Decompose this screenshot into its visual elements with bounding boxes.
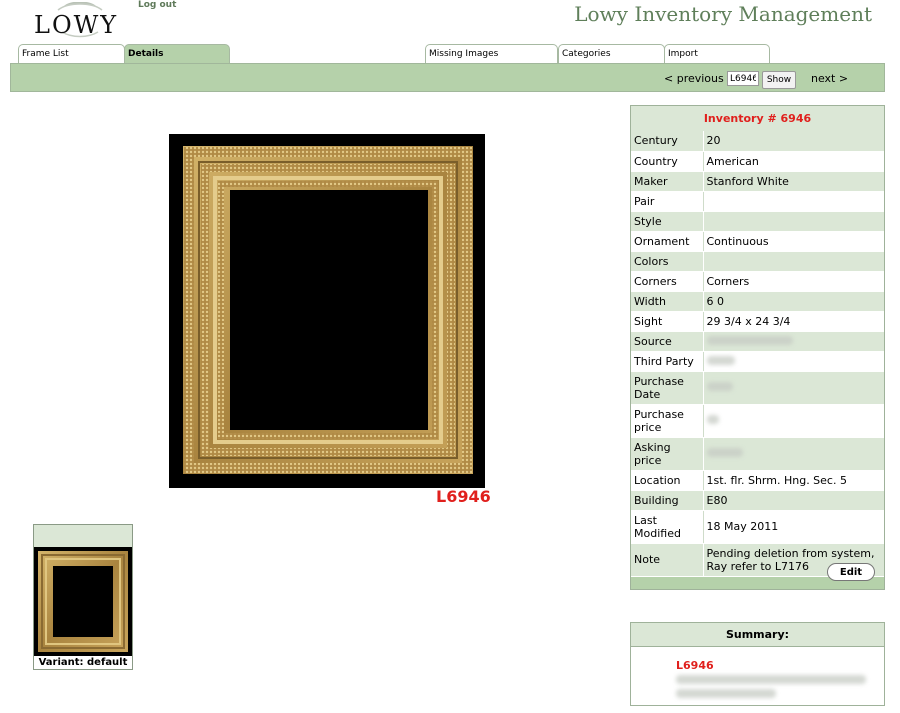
field-label: Country [631,151,704,172]
table-row: Third Party [631,351,884,372]
tab-details[interactable]: Details [124,44,230,63]
table-row: Asking price [631,437,884,471]
field-label: Third Party [631,351,704,372]
field-value: 1st. flr. Shrm. Hng. Sec. 5 [703,470,884,491]
field-label: Purchase Date [631,371,704,405]
field-value: 20 [703,131,884,152]
inventory-title: Inventory # 6946 [631,106,884,131]
tab-missing-images[interactable]: Missing Images [425,44,558,63]
redacted-summary-line [676,689,776,698]
logo: LOWY [34,2,126,39]
field-value-redacted [703,351,884,372]
summary-code: L6946 [676,659,714,672]
table-row: Source [631,331,884,352]
table-row: Location 1st. flr. Shrm. Hng. Sec. 5 [631,470,884,491]
previous-link[interactable]: < previous [664,72,724,85]
field-label: Colors [631,251,704,272]
table-row: Pair [631,191,884,212]
tab-categories[interactable]: Categories [558,44,665,63]
field-label: Sight [631,311,704,332]
logo-text: LOWY [34,11,119,39]
redacted-value [706,448,743,457]
field-value [703,211,884,232]
field-label: Building [631,490,704,511]
field-value: E80 [703,490,884,511]
table-row: Colors [631,251,884,272]
table-row: Maker Stanford White [631,171,884,192]
next-link[interactable]: next > [811,72,848,85]
field-label: Last Modified [631,510,704,544]
field-value: 18 May 2011 [703,510,884,544]
field-label: Corners [631,271,704,292]
field-label: Ornament [631,231,704,252]
tab-frame-list[interactable]: Frame List [18,44,125,63]
field-value: Stanford White [703,171,884,192]
field-label: Maker [631,171,704,192]
variant-thumbnail[interactable] [34,547,132,656]
field-value: 29 3/4 x 24 3/4 [703,311,884,332]
field-label: Width [631,291,704,312]
summary-title: Summary: [631,623,884,647]
table-row: Country American [631,151,884,172]
table-row: Purchase Date [631,371,884,405]
redacted-value [706,415,719,424]
table-row: Sight 29 3/4 x 24 3/4 [631,311,884,332]
inventory-table: Century 20 Country American Maker Stanfo… [631,131,884,577]
field-value-redacted [703,437,884,471]
table-row: Corners Corners [631,271,884,292]
field-label: Source [631,331,704,352]
redacted-summary-line [676,675,866,684]
image-code-label: L6946 [436,487,491,506]
field-value: Corners [703,271,884,292]
table-row: Purchase price [631,404,884,438]
field-label: Note [631,543,704,577]
table-row: Last Modified 18 May 2011 [631,510,884,544]
tab-import[interactable]: Import [664,44,770,63]
field-value [703,191,884,212]
table-row: Width 6 0 [631,291,884,312]
field-value-redacted [703,404,884,438]
field-label: Location [631,470,704,491]
redacted-value [706,335,793,345]
table-row: Century 20 [631,131,884,152]
field-label: Purchase price [631,404,704,438]
edit-button[interactable]: Edit [827,563,875,581]
frame-image [169,134,485,488]
app-title: Lowy Inventory Management [574,2,872,26]
logout-link[interactable]: Log out [138,0,176,10]
redacted-value [706,382,733,391]
table-row: Style [631,211,884,232]
redacted-value [706,355,735,365]
inventory-number-input[interactable] [727,71,759,86]
field-value [703,251,884,272]
field-label: Style [631,211,704,232]
field-label: Pair [631,191,704,212]
show-button[interactable]: Show [762,71,796,89]
field-value-redacted [703,371,884,405]
field-label: Century [631,131,704,152]
field-value: Continuous [703,231,884,252]
table-row: Ornament Continuous [631,231,884,252]
field-value-redacted [703,331,884,352]
field-value: 6 0 [703,291,884,312]
field-value: American [703,151,884,172]
field-label: Asking price [631,437,704,471]
variant-label: Variant: default [34,656,132,669]
table-row: Building E80 [631,490,884,511]
